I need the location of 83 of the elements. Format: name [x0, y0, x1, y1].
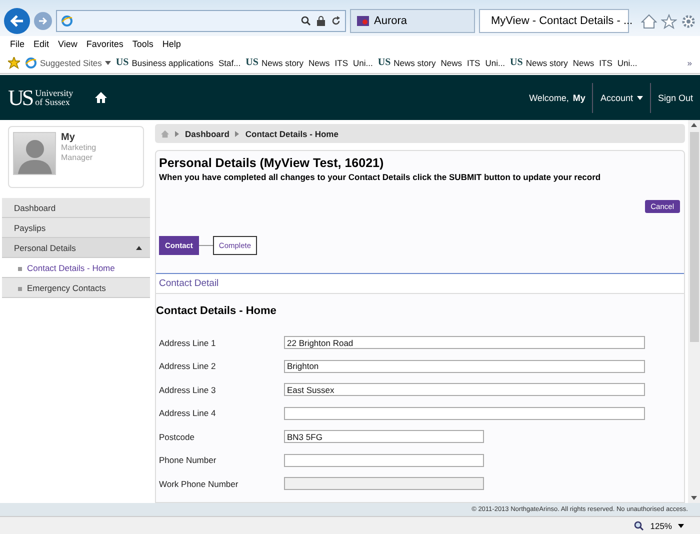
site-logo: US	[246, 57, 258, 68]
field-label: Work Phone Number	[159, 478, 240, 489]
field-label: Phone Number	[159, 455, 218, 466]
sign-out-link[interactable]: Sign Out	[650, 82, 700, 112]
menu-item[interactable]: Tools	[132, 39, 154, 49]
profile-name: My	[61, 132, 76, 143]
field-label: Postcode	[159, 432, 196, 442]
favorites-link[interactable]: US News story	[378, 57, 436, 68]
profile-role: Marketing Manager	[61, 143, 98, 163]
scroll-up-icon[interactable]	[691, 122, 697, 128]
zoom-level[interactable]: 125%	[650, 520, 672, 530]
instruction-text: When you have completed all changes to your Contact Details click the SUBMIT button to update your record	[158, 171, 602, 182]
breadcrumb-separator-icon	[234, 130, 240, 136]
favorites-link[interactable]: US News story	[246, 57, 304, 68]
browser-tab[interactable]: MyView - Contact Details - ...	[479, 9, 629, 33]
menu-item[interactable]: File	[10, 39, 25, 49]
menu-item[interactable]: View	[58, 39, 78, 49]
site-icon	[357, 16, 369, 26]
favorites-link[interactable]: Uni...	[485, 58, 506, 68]
welcome-text: Welcome, My	[528, 92, 586, 105]
scrollbar[interactable]	[688, 120, 700, 503]
search-icon	[301, 16, 311, 26]
site-logo: US	[378, 57, 391, 68]
favorites-link[interactable]: Uni...	[617, 58, 638, 68]
sidebar-item[interactable]: Personal Details	[2, 238, 150, 258]
favorites-star-icon[interactable]	[8, 56, 20, 68]
avatar-silhouette	[13, 132, 56, 175]
caret-icon	[104, 60, 111, 66]
text-field[interactable]: Brighton	[284, 360, 645, 373]
back-arrow-icon	[10, 15, 24, 27]
field-label: Address Line 3	[159, 384, 217, 395]
favorites-link[interactable]: Uni...	[353, 58, 373, 68]
scroll-down-icon[interactable]	[691, 495, 697, 501]
lock-icon	[317, 16, 325, 26]
sidebar-item[interactable]: Payslips	[2, 218, 150, 238]
breadcrumb-link[interactable]: Dashboard	[185, 128, 230, 138]
page-title: Personal Details (MyView Test, 16021)	[158, 155, 385, 170]
back-button[interactable]	[4, 8, 30, 34]
sidebar-item[interactable]: Emergency Contacts	[2, 278, 150, 298]
field-label: Address Line 2	[159, 361, 217, 372]
text-field[interactable]	[284, 406, 645, 420]
forward-arrow-icon	[38, 17, 48, 25]
field-label: Address Line 1	[159, 338, 217, 348]
favorites-link[interactable]: ITS	[466, 58, 480, 68]
text-field[interactable]: 22 Brighton Road	[284, 336, 645, 350]
breadcrumb-separator-icon	[174, 130, 180, 136]
form-heading: Contact Details - Home	[156, 304, 278, 319]
browser-tab[interactable]: Aurora	[350, 9, 475, 33]
favorites-link[interactable]: ITS	[334, 58, 348, 68]
text-field[interactable]: BN3 5FG	[284, 430, 484, 444]
menu-item[interactable]: Edit	[34, 39, 50, 49]
site-logo: US	[510, 57, 523, 68]
star-icon[interactable]	[661, 14, 677, 28]
browser-logo-icon	[61, 15, 73, 27]
address-bar[interactable]	[56, 10, 346, 32]
favorites-link[interactable]: Staf...	[218, 58, 241, 68]
menu-item[interactable]: Help	[162, 39, 181, 49]
settings-icon[interactable]	[681, 14, 696, 28]
caret-icon[interactable]	[678, 522, 684, 528]
more-favorites-button[interactable]: »	[687, 58, 692, 68]
account-menu[interactable]: Account	[592, 82, 650, 112]
field-label: Address Line 4	[159, 408, 217, 418]
caret-icon	[636, 94, 643, 100]
zoom-icon	[634, 520, 644, 530]
favorites-link[interactable]: Suggested Sites	[25, 56, 111, 68]
text-field[interactable]	[284, 454, 484, 467]
refresh-icon	[331, 16, 341, 26]
favorites-link[interactable]: News	[308, 58, 330, 68]
collapse-caret-icon	[136, 244, 142, 250]
browser-logo-icon	[25, 56, 37, 68]
favorites-link[interactable]: ITS	[599, 58, 612, 68]
site-logo: US	[116, 57, 129, 68]
sidebar-item[interactable]: Dashboard	[2, 198, 150, 218]
home-icon[interactable]	[95, 92, 108, 103]
favorites-link[interactable]: US News story	[510, 57, 568, 68]
breadcrumb-link[interactable]: Contact Details - Home	[245, 128, 338, 138]
forward-button[interactable]	[34, 12, 52, 30]
text-field[interactable]: East Sussex	[284, 383, 645, 396]
favorites-link[interactable]: News	[440, 58, 462, 68]
menu-item[interactable]: Favorites	[86, 39, 124, 49]
favorites-link[interactable]: US Business applications	[116, 57, 214, 68]
favorites-link[interactable]: News	[572, 58, 594, 68]
section-header: Contact Detail	[156, 273, 684, 294]
